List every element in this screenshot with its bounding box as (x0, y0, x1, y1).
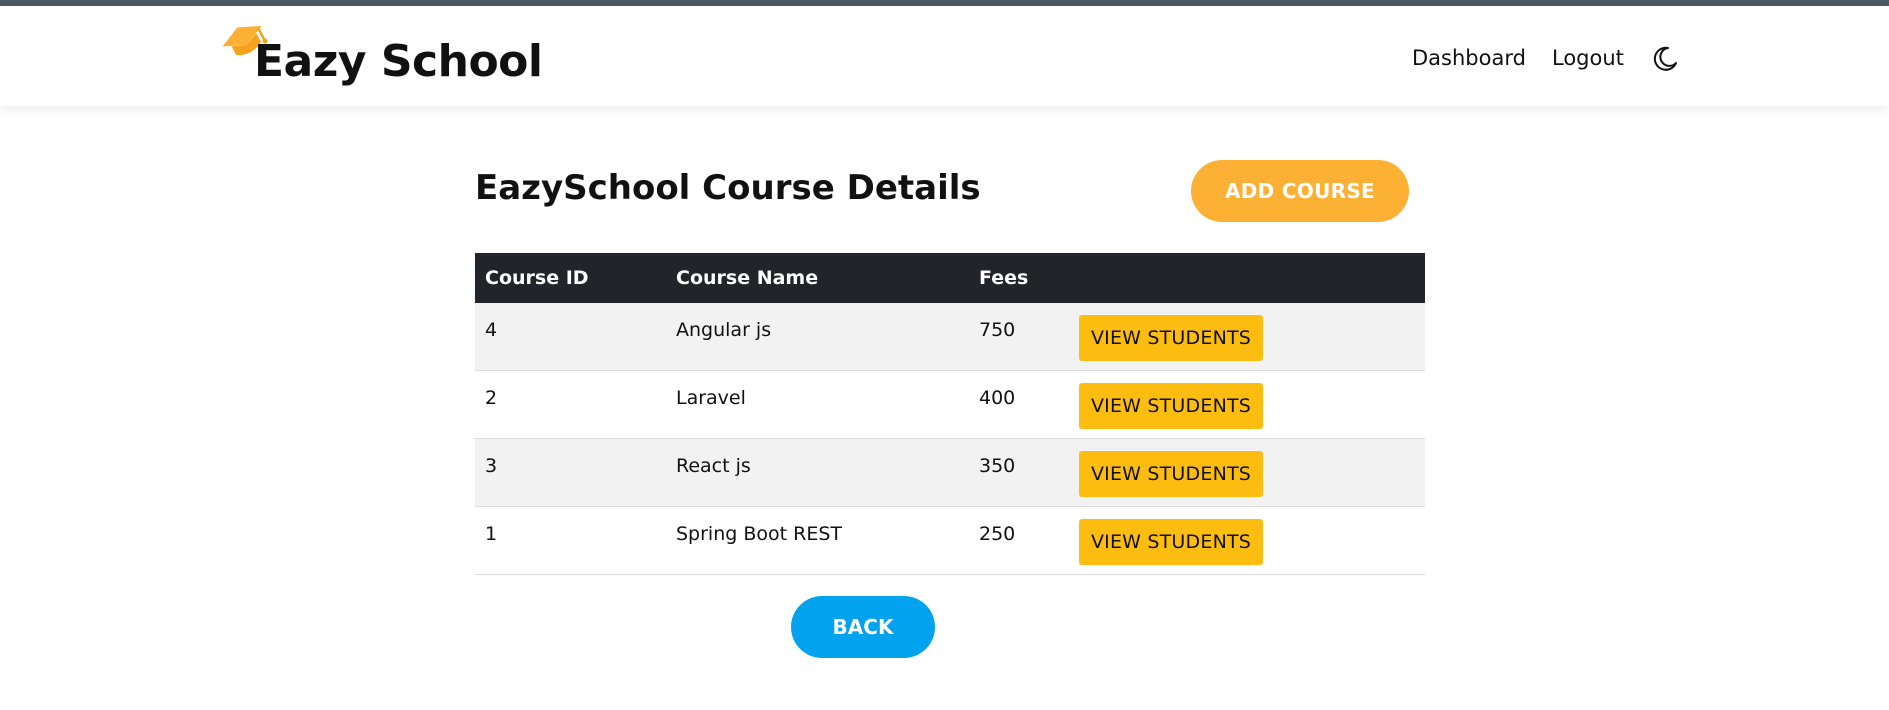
action-cell: VIEW STUDENTS (1079, 303, 1425, 370)
courses-table: Course ID Course Name Fees 4 Angular js … (475, 253, 1425, 575)
course-name-cell: React js (676, 455, 751, 477)
header-fees: Fees (979, 267, 1029, 289)
course-id-cell: 4 (485, 319, 498, 341)
action-cell: VIEW STUDENTS (1079, 371, 1425, 438)
course-name-cell: Laravel (676, 387, 746, 409)
site-header: Eazy School Dashboard Logout (0, 6, 1889, 106)
table-row: 4 Angular js 750 VIEW STUDENTS (475, 303, 1425, 371)
add-course-button[interactable]: ADD COURSE (1191, 160, 1409, 222)
view-students-button[interactable]: VIEW STUDENTS (1079, 383, 1263, 429)
table-row: 3 React js 350 VIEW STUDENTS (475, 439, 1425, 507)
back-button[interactable]: BACK (791, 596, 935, 658)
nav-dashboard-link[interactable]: Dashboard (1412, 46, 1526, 76)
header-course-name: Course Name (676, 267, 819, 289)
course-id-cell: 2 (485, 387, 498, 409)
table-row: 2 Laravel 400 VIEW STUDENTS (475, 371, 1425, 439)
view-students-button[interactable]: VIEW STUDENTS (1079, 451, 1263, 497)
table-row: 1 Spring Boot REST 250 VIEW STUDENTS (475, 507, 1425, 575)
table-header-row: Course ID Course Name Fees (475, 253, 1425, 303)
course-id-cell: 1 (485, 523, 498, 545)
fees-cell: 250 (979, 523, 1016, 545)
action-cell: VIEW STUDENTS (1079, 439, 1425, 506)
view-students-button[interactable]: VIEW STUDENTS (1079, 519, 1263, 565)
action-cell: VIEW STUDENTS (1079, 507, 1425, 574)
fees-cell: 350 (979, 455, 1016, 477)
moon-icon[interactable] (1650, 44, 1680, 74)
fees-cell: 750 (979, 319, 1016, 341)
course-id-cell: 3 (485, 455, 498, 477)
page-title: EazySchool Course Details (475, 168, 981, 208)
course-name-cell: Spring Boot REST (676, 523, 842, 545)
fees-cell: 400 (979, 387, 1016, 409)
course-name-cell: Angular js (676, 319, 772, 341)
brand-name: Eazy School (254, 36, 543, 87)
view-students-button[interactable]: VIEW STUDENTS (1079, 315, 1263, 361)
nav-logout-link[interactable]: Logout (1552, 46, 1624, 76)
header-course-id: Course ID (485, 267, 589, 289)
